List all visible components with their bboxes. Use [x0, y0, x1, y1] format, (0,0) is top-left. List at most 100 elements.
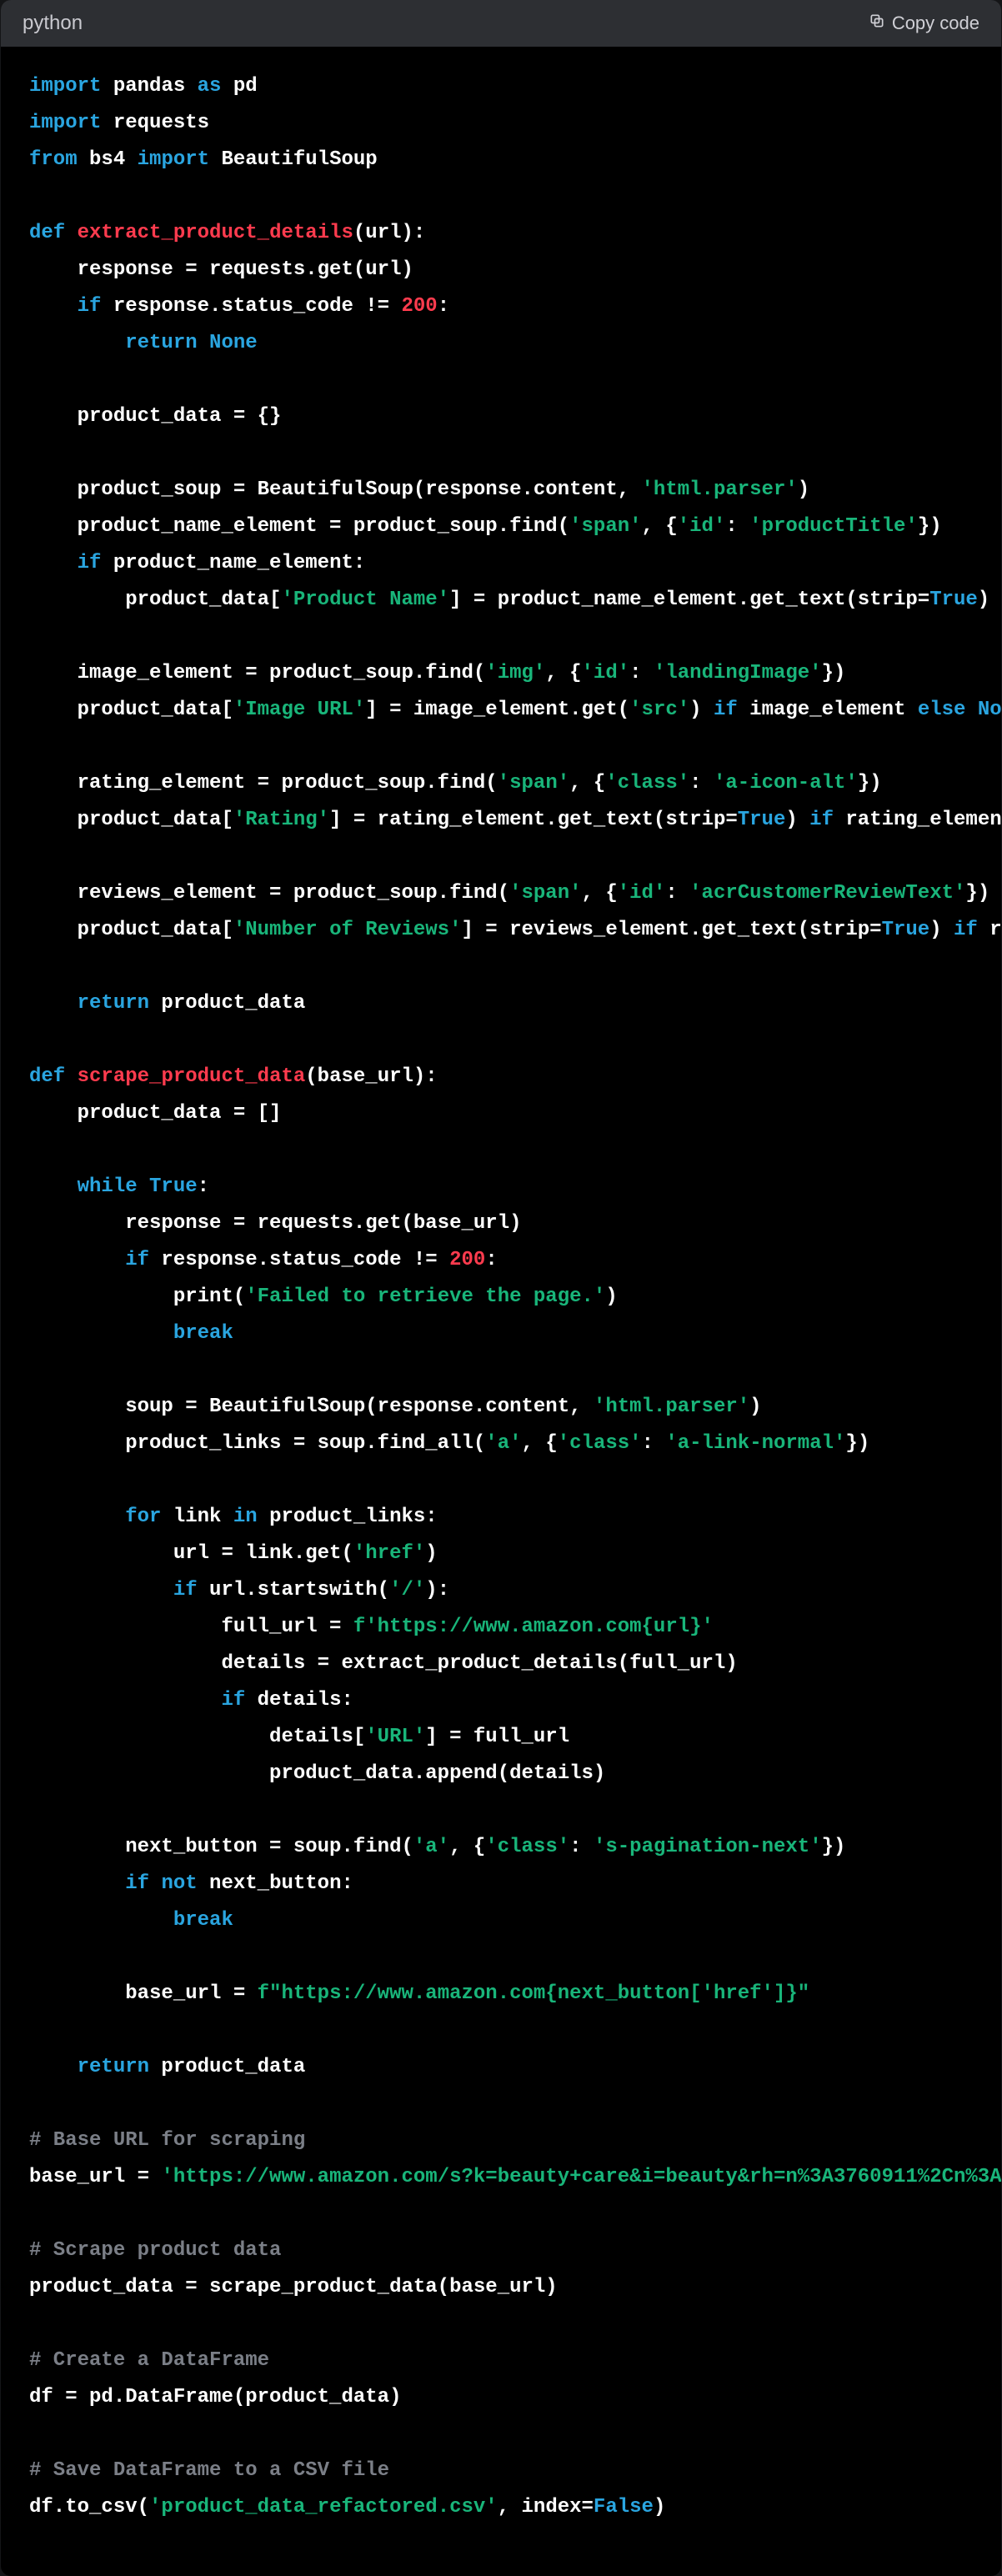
code-token: ] = image_element.get( [365, 699, 629, 721]
code-token: 'id' [582, 662, 630, 684]
code-token: import [29, 112, 101, 134]
code-token: ) [605, 1285, 617, 1308]
code-token: 'landingImage' [654, 662, 822, 684]
code-token: 'URL' [365, 1726, 425, 1748]
code-token: , { [569, 772, 605, 794]
code-token: : [725, 515, 749, 538]
copy-icon [869, 13, 885, 34]
code-token: if [125, 1249, 149, 1271]
code-token: if [221, 1689, 245, 1711]
code-token: f'https://www.amazon.com{url}' [353, 1616, 714, 1638]
code-token: 'acrCustomerReviewText' [689, 882, 965, 905]
code-token: 'id' [618, 882, 666, 905]
code-token: 'a-icon-alt' [714, 772, 858, 794]
code-token: ) [689, 699, 714, 721]
code-token: not [161, 1872, 197, 1895]
code-token: # Save DataFrame to a CSV file [29, 2459, 389, 2482]
code-token: rating_element [834, 809, 1001, 831]
code-token: 'html.parser' [594, 1396, 749, 1418]
code-token: next_button: [198, 1872, 353, 1895]
code-token: as [198, 75, 222, 98]
code-token: 200 [449, 1249, 485, 1271]
code-token: , { [449, 1836, 485, 1858]
code-token: : [665, 882, 689, 905]
code-token: image_element = product_soup.find( [78, 662, 486, 684]
code-token: if [78, 552, 102, 574]
code-token: response = requests.get(url) [78, 258, 413, 281]
code-token: }) [965, 882, 989, 905]
code-token: full_url = [221, 1616, 353, 1638]
code-token: 'class' [485, 1836, 569, 1858]
code-token: details = extract_product_details(full_u… [221, 1652, 737, 1675]
code-token: 'class' [605, 772, 689, 794]
code-token: : [642, 1432, 666, 1455]
code-token: extract_product_details [78, 222, 353, 244]
code-token: details[ [269, 1726, 365, 1748]
code-token: product_name_element = product_soup.find… [78, 515, 570, 538]
code-token: (url): [353, 222, 425, 244]
code-token: product_links = soup.find_all( [125, 1432, 485, 1455]
code-token: product_data [149, 992, 305, 1015]
code-token: if [78, 295, 102, 318]
code-token: 's-pagination-next' [594, 1836, 822, 1858]
code-token: def [29, 222, 65, 244]
code-token: '/' [389, 1579, 425, 1601]
code-token: product_data = {} [78, 405, 282, 428]
code-token: ) [654, 2496, 665, 2518]
code-token: if [173, 1579, 198, 1601]
copy-code-button[interactable]: Copy code [869, 13, 979, 34]
code-token: 'img' [485, 662, 545, 684]
code-token: 'span' [498, 772, 569, 794]
code-token: 'span' [569, 515, 641, 538]
code-token: ) [749, 1396, 761, 1418]
code-token: True [738, 809, 786, 831]
code-token: requests [113, 112, 209, 134]
code-token: , { [522, 1432, 558, 1455]
code-token: True [149, 1175, 198, 1198]
code-token: : [438, 295, 449, 318]
code-token: 'Image URL' [233, 699, 365, 721]
code-token: BeautifulSoup [221, 148, 377, 171]
code-token: 'a' [413, 1836, 449, 1858]
code-token: 'html.parser' [642, 479, 798, 501]
code-token: product_data[ [78, 809, 233, 831]
code-token: reviews_element = product_soup.find( [78, 882, 509, 905]
code-token: while [78, 1175, 138, 1198]
code-token: True [929, 589, 978, 611]
code-token: break [173, 1322, 233, 1345]
code-token: base_url = [29, 2166, 161, 2188]
code-token: product_links: [258, 1506, 438, 1528]
code-token: rating_element = product_soup.find( [78, 772, 498, 794]
code-block: python Copy code import pandas as pd imp… [1, 0, 1001, 2576]
code-token: 'span' [509, 882, 581, 905]
code-token: 'href' [353, 1542, 425, 1565]
code-token: pd [233, 75, 258, 98]
code-token: next_button = soup.find( [125, 1836, 413, 1858]
code-token: import [29, 75, 101, 98]
code-token: product_data.append(details) [269, 1762, 605, 1785]
code-token: pandas [113, 75, 185, 98]
code-token: (base_url): [305, 1065, 437, 1088]
code-token: ] = product_name_element.get_text(strip= [449, 589, 929, 611]
code-token: in [233, 1506, 258, 1528]
code-token: 'class' [558, 1432, 642, 1455]
copy-code-label: Copy code [892, 13, 979, 34]
code-token: ] = reviews_element.get_text(strip= [462, 919, 882, 941]
code-token: False [594, 2496, 654, 2518]
code-token: break [173, 1909, 233, 1932]
code-token: None [209, 332, 258, 354]
code-token: scrape_product_data [78, 1065, 306, 1088]
code-token: print( [173, 1285, 245, 1308]
code-token: 'https://www.amazon.com/s?k=beauty+care&… [161, 2166, 1001, 2188]
code-token: : [485, 1249, 497, 1271]
code-token: 'a-link-normal' [665, 1432, 845, 1455]
code-token: df = pd.DataFrame(product_data) [29, 2386, 401, 2408]
code-token: }) [858, 772, 882, 794]
code-token: 'src' [629, 699, 689, 721]
code-token: 'Product Name' [281, 589, 449, 611]
code-token: : [629, 662, 654, 684]
code-token: revie [978, 919, 1001, 941]
code-token: from [29, 148, 78, 171]
code-header: python Copy code [1, 0, 1001, 47]
code-token: if [714, 699, 738, 721]
